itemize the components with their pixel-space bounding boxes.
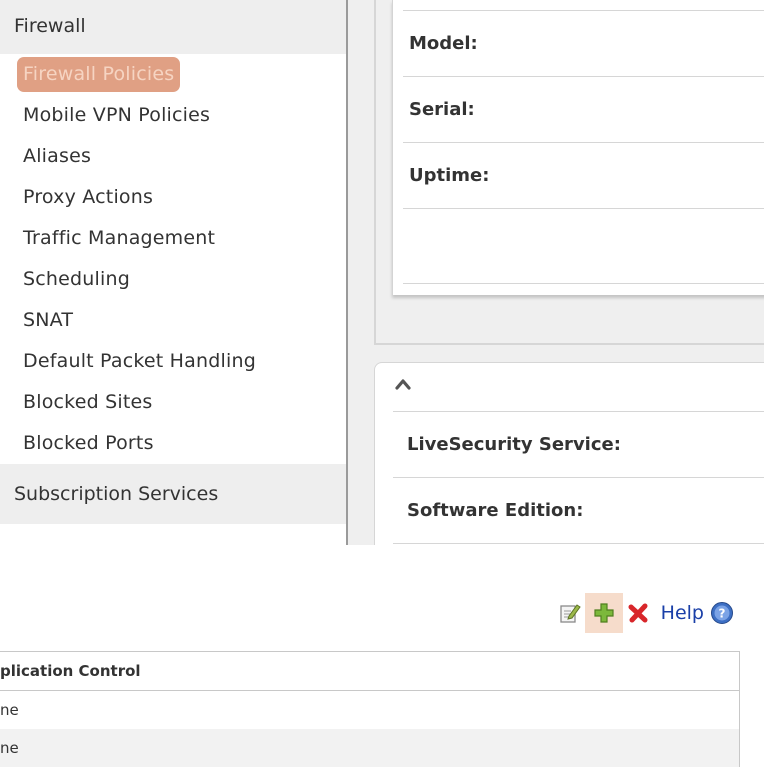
sidebar-item-aliases[interactable]: Aliases — [0, 136, 346, 177]
delete-button[interactable] — [623, 593, 653, 633]
device-info-card: Model: Serial: Uptime: — [392, 0, 764, 295]
sidebar-item-label: Aliases — [23, 145, 92, 167]
table-cell: ne — [0, 701, 19, 719]
add-icon — [594, 603, 614, 623]
sidebar-item-blocked-sites[interactable]: Blocked Sites — [0, 382, 346, 423]
sidebar-nav: Firewall Firewall Policies Mobile VPN Po… — [0, 0, 348, 545]
uptime-label: Uptime: — [409, 165, 490, 186]
sidebar-item-blocked-ports[interactable]: Blocked Ports — [0, 423, 346, 464]
column-header-application-control[interactable]: plication Control — [0, 651, 740, 691]
table-row[interactable]: ne — [0, 691, 740, 729]
sidebar-item-traffic-management[interactable]: Traffic Management — [0, 218, 346, 259]
software-edition-label: Software Edition: — [407, 500, 584, 521]
sidebar-item-label: Blocked Sites — [23, 391, 153, 413]
sidebar-item-snat[interactable]: SNAT — [0, 300, 346, 341]
sidebar-item-label: Scheduling — [23, 268, 131, 290]
management-ui-top: Firewall Firewall Policies Mobile VPN Po… — [0, 0, 764, 545]
sidebar-item-label: Traffic Management — [23, 227, 216, 249]
table-row[interactable]: ne — [0, 729, 740, 767]
sidebar-item-label: Default Packet Handling — [23, 350, 256, 372]
divider — [403, 283, 764, 284]
panel-edge — [374, 0, 376, 345]
svg-text:?: ? — [719, 607, 726, 621]
software-edition-row: Software Edition: — [393, 478, 764, 544]
sidebar-item-label: Proxy Actions — [23, 186, 154, 208]
add-button[interactable] — [584, 593, 623, 633]
model-label: Model: — [409, 33, 478, 54]
policy-table: plication Control ne ne — [0, 651, 740, 767]
model-row: Model: — [403, 11, 764, 77]
sidebar-item-proxy-actions[interactable]: Proxy Actions — [0, 177, 346, 218]
chevron-up-icon[interactable] — [395, 377, 411, 391]
sidebar-item-label: Firewall Policies — [17, 57, 181, 92]
policy-toolbar: Help ? — [555, 593, 734, 633]
serial-row: Serial: — [403, 77, 764, 143]
sidebar-item-mobile-vpn-policies[interactable]: Mobile VPN Policies — [0, 95, 346, 136]
sidebar-item-firewall-policies[interactable]: Firewall Policies — [0, 54, 346, 95]
help-link[interactable]: Help — [661, 602, 704, 624]
policies-list-panel: Help ? plication Control ne ne — [0, 545, 764, 767]
firewall-menu-list: Firewall Policies Mobile VPN Policies Al… — [0, 54, 346, 464]
sidebar-item-label: Blocked Ports — [23, 432, 154, 454]
services-panel: LiveSecurity Service: Software Edition: — [374, 362, 764, 545]
sidebar-item-default-packet-handling[interactable]: Default Packet Handling — [0, 341, 346, 382]
sidebar-section-firewall[interactable]: Firewall — [0, 0, 346, 54]
livesecurity-label: LiveSecurity Service: — [407, 434, 621, 455]
table-cell: ne — [0, 739, 19, 757]
sidebar-item-scheduling[interactable]: Scheduling — [0, 259, 346, 300]
help-icon[interactable]: ? — [710, 601, 734, 625]
sidebar-item-label: SNAT — [23, 309, 74, 331]
sidebar-section-subscription-services[interactable]: Subscription Services — [0, 464, 346, 524]
edit-icon — [560, 604, 581, 623]
sidebar-item-label: Mobile VPN Policies — [23, 104, 211, 126]
delete-icon — [628, 603, 648, 623]
uptime-row: Uptime: — [403, 143, 764, 209]
livesecurity-row: LiveSecurity Service: — [393, 412, 764, 478]
edit-button[interactable] — [555, 593, 585, 633]
panel-bottom-border — [374, 343, 764, 345]
serial-label: Serial: — [409, 99, 475, 120]
